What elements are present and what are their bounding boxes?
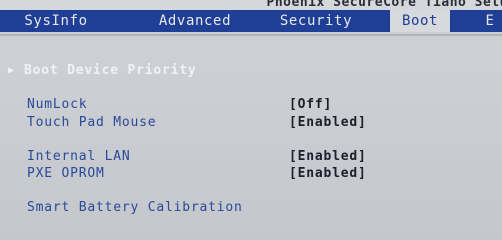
vendor-header: Phoenix SecureCore Tiano Setu — [0, 0, 502, 10]
pxe-oprom-value[interactable]: [Enabled] — [289, 166, 367, 182]
tab-boot[interactable]: Boot — [390, 10, 450, 32]
smart-battery-calibration-item[interactable]: Smart Battery Calibration — [27, 200, 243, 216]
numlock-value[interactable]: [Off] — [289, 97, 332, 113]
boot-device-priority-label: Boot Device Priority — [24, 63, 197, 78]
boot-device-priority-item[interactable]: ▶ Boot Device Priority — [8, 63, 197, 79]
tab-security[interactable]: Security — [262, 10, 370, 32]
submenu-arrow-icon: ▶ — [8, 65, 15, 76]
tab-bar: SysInfo Advanced Security Boot E — [0, 10, 502, 32]
internal-lan-label[interactable]: Internal LAN — [27, 149, 131, 165]
vendor-title: Phoenix SecureCore Tiano Setu — [266, 0, 502, 10]
pxe-oprom-label[interactable]: PXE OPROM — [27, 166, 105, 182]
tab-exit[interactable]: E — [470, 10, 502, 32]
touch-pad-mouse-label[interactable]: Touch Pad Mouse — [27, 115, 156, 131]
numlock-label[interactable]: NumLock — [27, 97, 87, 113]
internal-lan-value[interactable]: [Enabled] — [289, 149, 367, 165]
tab-sysinfo[interactable]: SysInfo — [2, 10, 110, 32]
tab-advanced[interactable]: Advanced — [140, 10, 250, 32]
divider — [0, 34, 502, 36]
bios-screen: Phoenix SecureCore Tiano Setu SysInfo Ad… — [0, 0, 502, 240]
touch-pad-mouse-value[interactable]: [Enabled] — [289, 115, 367, 131]
